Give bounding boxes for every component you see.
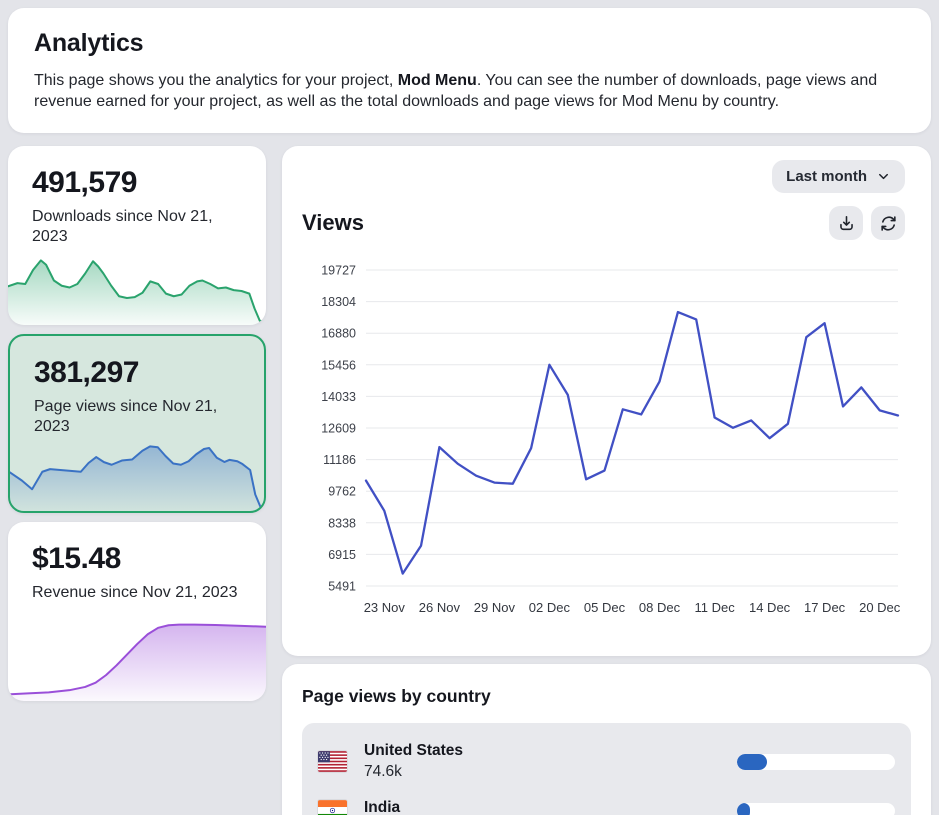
country-progress-fill <box>737 754 767 770</box>
views-chart-card: Last month Views <box>282 146 931 656</box>
description-pre: This page shows you the analytics for yo… <box>34 72 398 89</box>
views-line-chart: 5491 6915 8338 9762 11186 12609 14033 15456 1688… <box>302 252 903 624</box>
page-views-value: 381,297 <box>34 356 240 390</box>
svg-text:19727: 19727 <box>321 264 356 278</box>
svg-text:14033: 14033 <box>321 390 356 404</box>
country-name: United States <box>364 742 737 760</box>
svg-text:5491: 5491 <box>328 580 356 594</box>
chart-actions <box>829 206 905 240</box>
svg-text:29 Nov: 29 Nov <box>474 600 516 615</box>
stat-card-page-views[interactable]: 381,297 Page views since Nov 21, 2023 <box>8 334 266 513</box>
svg-text:08 Dec: 08 Dec <box>639 600 681 615</box>
us-flag-icon <box>318 751 347 772</box>
country-list: United States 74.6k <box>302 723 911 815</box>
download-icon <box>837 214 856 233</box>
stat-card-page-views-content: 381,297 Page views since Nov 21, 2023 <box>10 336 264 436</box>
time-range-row: Last month <box>302 160 905 193</box>
page-description: This page shows you the analytics for yo… <box>34 70 905 113</box>
svg-text:05 Dec: 05 Dec <box>584 600 626 615</box>
analytics-page: Analytics This page shows you the analyt… <box>0 0 939 815</box>
stat-card-downloads[interactable]: 491,579 Downloads since Nov 21, 2023 <box>8 146 266 325</box>
svg-text:8338: 8338 <box>328 516 356 530</box>
time-range-label: Last month <box>786 168 867 185</box>
svg-text:18304: 18304 <box>321 295 356 309</box>
country-row-united-states: United States 74.6k <box>318 733 895 790</box>
download-chart-button[interactable] <box>829 206 863 240</box>
svg-text:12609: 12609 <box>321 422 356 436</box>
country-progress-track <box>737 754 895 770</box>
chart-title-row: Views <box>302 206 905 240</box>
country-value: 74.6k <box>364 763 737 781</box>
refresh-chart-button[interactable] <box>871 206 905 240</box>
svg-text:02 Dec: 02 Dec <box>529 600 571 615</box>
country-info: United States 74.6k <box>364 742 737 781</box>
svg-text:6915: 6915 <box>328 548 356 562</box>
svg-text:15456: 15456 <box>321 358 356 372</box>
views-title: Views <box>302 210 364 236</box>
refresh-icon <box>879 214 898 233</box>
svg-text:9762: 9762 <box>328 485 356 499</box>
stat-card-revenue-content: $15.48 Revenue since Nov 21, 2023 <box>8 522 266 603</box>
svg-text:16880: 16880 <box>321 327 356 341</box>
country-row-india: India <box>318 790 895 815</box>
svg-text:20 Dec: 20 Dec <box>859 600 901 615</box>
downloads-sparkline <box>8 256 266 325</box>
svg-text:14 Dec: 14 Dec <box>749 600 791 615</box>
revenue-sparkline <box>8 616 266 701</box>
stat-cards-column: 491,579 Downloads since Nov 21, 2023 381… <box>8 146 266 701</box>
time-range-select[interactable]: Last month <box>772 160 905 193</box>
countries-title: Page views by country <box>302 686 911 707</box>
chevron-down-icon <box>876 169 891 184</box>
india-flag-icon <box>318 800 347 815</box>
downloads-label: Downloads since Nov 21, 2023 <box>32 207 242 246</box>
charts-column: Last month Views <box>282 146 931 815</box>
analytics-header-card: Analytics This page shows you the analyt… <box>8 8 931 133</box>
page-views-label: Page views since Nov 21, 2023 <box>34 397 240 436</box>
country-progress-fill <box>737 803 750 815</box>
stat-card-revenue[interactable]: $15.48 Revenue since Nov 21, 2023 <box>8 522 266 701</box>
page-views-sparkline <box>9 442 266 512</box>
project-name: Mod Menu <box>398 72 477 89</box>
page-title: Analytics <box>34 29 905 58</box>
revenue-label: Revenue since Nov 21, 2023 <box>32 583 242 603</box>
svg-text:23 Nov: 23 Nov <box>364 600 406 615</box>
country-progress-track <box>737 803 895 815</box>
country-views-card: Page views by country <box>282 664 931 815</box>
svg-text:17 Dec: 17 Dec <box>804 600 846 615</box>
svg-text:11186: 11186 <box>323 453 356 467</box>
downloads-value: 491,579 <box>32 166 242 200</box>
svg-text:11 Dec: 11 Dec <box>694 600 735 615</box>
country-info: India <box>364 799 737 815</box>
country-name: India <box>364 799 737 815</box>
stat-card-downloads-content: 491,579 Downloads since Nov 21, 2023 <box>8 146 266 246</box>
revenue-value: $15.48 <box>32 542 242 576</box>
svg-text:26 Nov: 26 Nov <box>419 600 461 615</box>
dashboard-columns: 491,579 Downloads since Nov 21, 2023 381… <box>8 146 931 815</box>
